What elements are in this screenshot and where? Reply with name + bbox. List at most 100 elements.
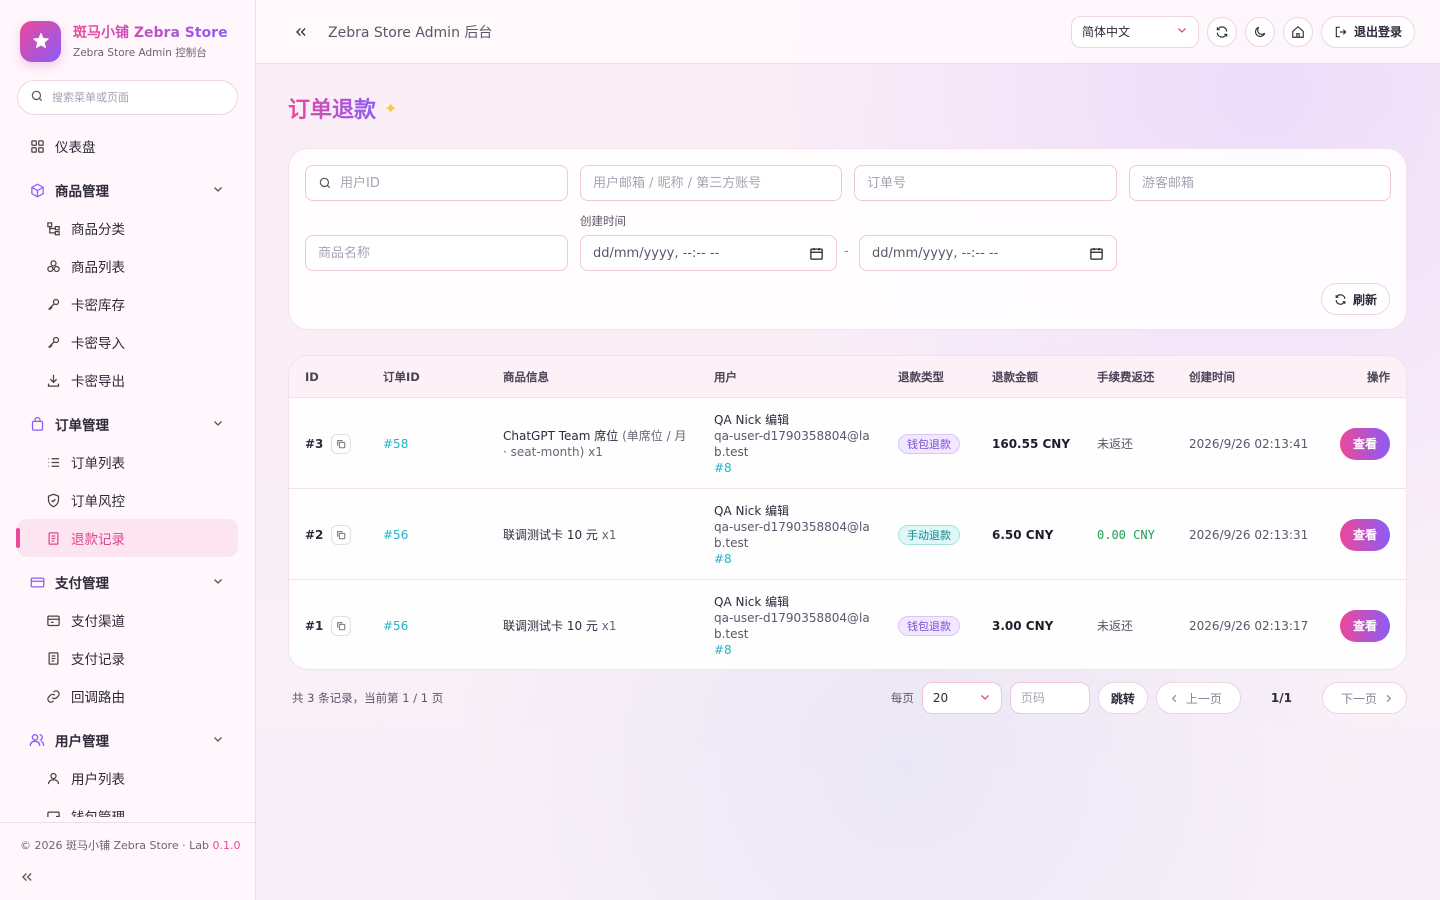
next-page-label: 下一页 [1340,691,1377,706]
table-row: #3 #58 ChatGPT Team 席位 (单席位 / 月 · seat-m… [289,398,1406,489]
wallet-icon [45,808,61,817]
created-at: 2026/9/26 02:13:41 [1189,436,1309,451]
copy-button[interactable] [331,524,352,545]
per-page-select[interactable]: 20 [921,682,1002,714]
user-info: QA Nick 编辑 qa-user-d1790358804@lab.test … [714,412,874,476]
view-button[interactable]: 查看 [1340,609,1390,642]
home-button[interactable] [1282,16,1313,47]
product-name-filter[interactable] [305,235,568,271]
copy-button[interactable] [331,615,352,636]
user-id-filter[interactable] [305,165,568,201]
sidebar-item-dashboard[interactable]: 仪表盘 [17,127,238,165]
order-id-link[interactable]: #56 [383,528,408,542]
date-start-input[interactable]: dd/mm/yyyy, --:-- -- [580,235,837,271]
sidebar-group-label: 商品管理 [55,184,109,200]
column-header: 退款类型 [898,369,944,384]
category-tree-icon [45,220,61,236]
sidebar-item-categories[interactable]: 商品分类 [17,209,238,247]
order-no-input[interactable] [867,175,1104,191]
guest-email-input[interactable] [1142,175,1378,191]
fee-refund: 未返还 [1097,437,1134,451]
per-page-value: 20 [932,691,949,705]
order-id-link[interactable]: #56 [383,619,408,633]
order-id-link[interactable]: #58 [383,437,408,451]
sidebar-item-payment-channels[interactable]: 支付渠道 [17,601,238,639]
sidebar-item-label: 订单风控 [71,494,125,510]
column-header: 创建时间 [1189,369,1235,384]
sidebar-group-products[interactable]: 商品管理 [17,171,238,209]
user-email: qa-user-d1790358804@lab.test [714,519,870,550]
next-page-button[interactable]: 下一页 [1321,682,1407,714]
copy-button[interactable] [331,433,352,454]
sidebar-item-label: 回调路由 [71,690,125,706]
collapse-sidebar-button[interactable] [20,867,40,887]
home-icon [1292,25,1304,38]
calendar-icon[interactable] [809,246,824,261]
sidebar-item-wallet[interactable]: 钱包管理 [17,797,238,817]
order-no-filter[interactable] [854,165,1117,201]
product-name-input[interactable] [318,245,555,261]
sidebar-item-product-list[interactable]: 商品列表 [17,247,238,285]
users-icon [29,732,45,748]
sidebar-item-card-stock[interactable]: 卡密库存 [17,285,238,323]
view-button[interactable]: 查看 [1340,518,1390,551]
sidebar-item-refund-records[interactable]: 退款记录 [16,519,238,557]
page-title: 订单退款 [288,92,376,124]
refresh-button[interactable]: 刷新 [1320,283,1390,315]
refresh-page-button[interactable] [1206,16,1237,47]
link-icon [45,688,61,704]
chevrons-left-icon [296,27,306,36]
refresh-label: 刷新 [1352,292,1377,307]
page-number-input[interactable] [1020,691,1079,705]
sidebar-group-label: 订单管理 [55,418,109,434]
user-email-input[interactable] [593,175,829,191]
page-number-field[interactable] [1009,682,1090,714]
jump-button[interactable]: 跳转 [1097,682,1148,714]
sidebar-item-label: 用户列表 [71,772,125,788]
sidebar-group-label: 用户管理 [55,734,109,750]
sidebar-item-user-list[interactable]: 用户列表 [17,759,238,797]
sidebar-group-payments[interactable]: 支付管理 [17,563,238,601]
brand-title: 斑马小铺 Zebra Store [73,22,233,42]
prev-page-label: 上一页 [1185,691,1222,706]
date-end-input[interactable]: dd/mm/yyyy, --:-- -- [859,235,1117,271]
sidebar-group-orders[interactable]: 订单管理 [17,405,238,443]
calendar-icon[interactable] [1089,246,1104,261]
fee-refund: 未返还 [1097,619,1134,633]
sidebar-item-payment-records[interactable]: 支付记录 [17,639,238,677]
date-start-value: dd/mm/yyyy, --:-- -- [593,245,720,261]
copyright-text: © 2026 斑马小铺 Zebra Store · Lab [20,839,213,852]
sidebar-item-order-list[interactable]: 订单列表 [17,443,238,481]
user-id-link[interactable]: #8 [714,642,874,658]
sidebar: 斑马小铺 Zebra Store Zebra Store Admin 控制台 仪… [0,0,256,900]
theme-toggle-button[interactable] [1244,16,1275,47]
logout-button[interactable]: 退出登录 [1320,15,1415,48]
menu-search[interactable] [17,80,238,115]
table-row: #1 #56 联调测试卡 10 元 x1 QA Nick 编辑 qa-user-… [289,580,1406,669]
prev-page-button[interactable]: 上一页 [1155,682,1241,714]
sidebar-item-callback-routes[interactable]: 回调路由 [17,677,238,715]
sidebar-item-card-import[interactable]: 卡密导入 [17,323,238,361]
copyright: © 2026 斑马小铺 Zebra Store · Lab 0.1.0 [20,837,240,853]
toggle-sidebar-button[interactable] [290,21,312,43]
sidebar-item-card-export[interactable]: 卡密导出 [17,361,238,399]
user-id-link[interactable]: #8 [714,460,874,476]
user-id-input[interactable] [340,175,555,191]
moon-icon [1254,26,1266,37]
brand: 斑马小铺 Zebra Store Zebra Store Admin 控制台 [0,0,255,62]
language-select[interactable]: 简体中文 [1070,15,1199,48]
sidebar-group-users[interactable]: 用户管理 [17,721,238,759]
menu-search-input[interactable] [52,91,222,104]
guest-email-filter[interactable] [1129,165,1391,201]
logout-label: 退出登录 [1353,25,1402,39]
user-id-link[interactable]: #8 [714,551,874,567]
user-name: QA Nick 编辑 [714,412,790,427]
user-name: QA Nick 编辑 [714,594,790,609]
shopping-bag-icon [29,416,45,432]
created-at: 2026/9/26 02:13:31 [1189,527,1309,542]
user-email-filter[interactable] [580,165,842,201]
pagination: 共 3 条记录，当前第 1 / 1 页 每页 20 跳转 上一页 1/1 [288,682,1407,714]
view-button[interactable]: 查看 [1340,427,1390,460]
user-info: QA Nick 编辑 qa-user-d1790358804@lab.test … [714,594,874,658]
sidebar-item-order-risk[interactable]: 订单风控 [17,481,238,519]
